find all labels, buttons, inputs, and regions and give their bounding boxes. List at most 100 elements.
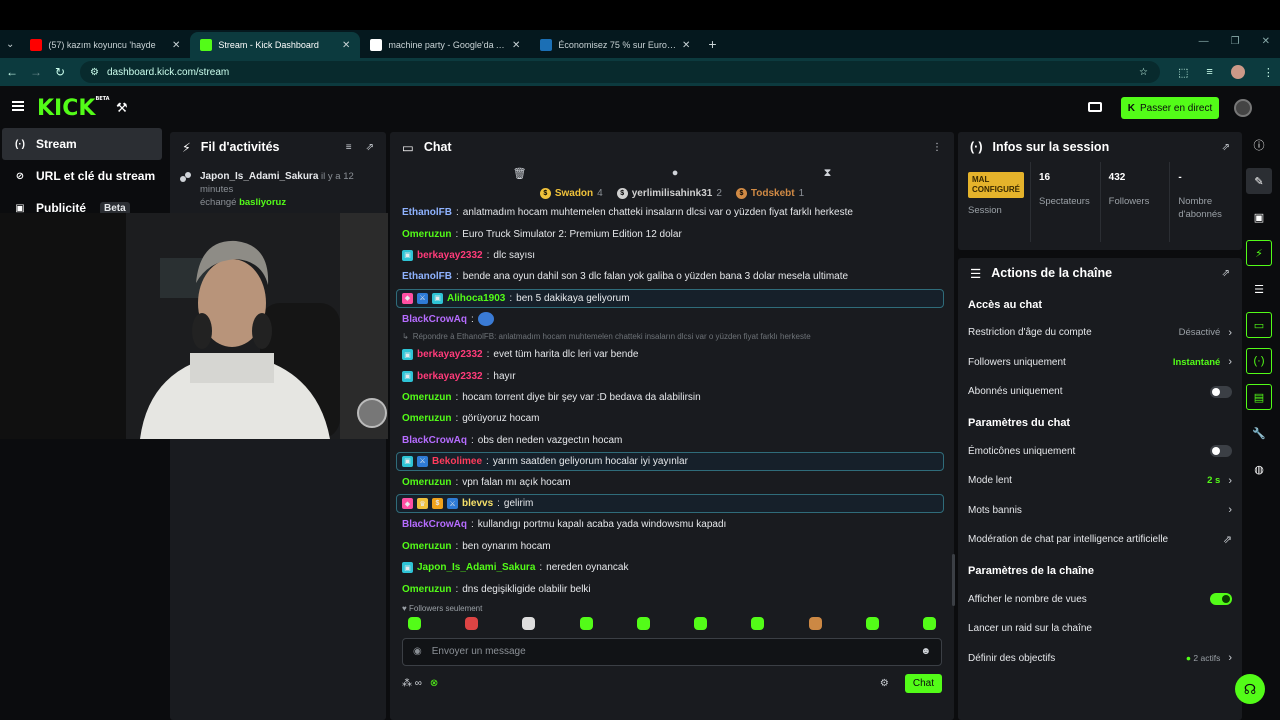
leaderboard-entry[interactable]: $ yerlimilisahink31 2 — [616, 184, 722, 202]
actions-toggle-icon[interactable]: ▤ — [1246, 384, 1272, 410]
chat-message[interactable]: Omeruzun: vpn falan mı açık hocam — [402, 472, 944, 493]
browser-tab[interactable]: (57) kazım koyuncu 'hayde ✕ — [20, 32, 190, 58]
steam-icon[interactable]: ◍ — [1246, 456, 1272, 482]
chat-message[interactable]: ◆ ⚔ ▣ Alihoca1903: ben 5 dakikaya geliyorum — [396, 288, 944, 308]
chat-message[interactable]: EthanolFB: anlatmadım hocam muhtemelen ch… — [402, 202, 944, 223]
chat-username[interactable]: berkayay2332 — [417, 250, 483, 261]
emotes-only-toggle[interactable] — [1210, 445, 1232, 458]
banned-words-row[interactable]: Mots bannis › — [958, 496, 1242, 526]
quick-emote-icon[interactable] — [408, 616, 421, 630]
info-icon[interactable]: ⓘ — [1246, 132, 1272, 158]
browser-tab[interactable]: machine party - Google'da Ara ✕ — [360, 32, 530, 58]
ai-moderation-row[interactable]: Modération de chat par intelligence arti… — [958, 525, 1242, 555]
site-info-icon[interactable]: ⚙ — [90, 67, 99, 78]
chat-message[interactable]: ▣ Japon_Is_Adami_Sakura: nereden oynancak — [402, 557, 944, 578]
hourglass-icon[interactable]: ⧗ — [824, 167, 832, 180]
leaderboard-entry[interactable]: $ Swadon 4 — [539, 184, 603, 202]
age-restriction-row[interactable]: Restriction d'âge du compte Désactivé › — [958, 318, 1242, 348]
chat-username[interactable]: Omeruzun — [402, 477, 451, 488]
menu-icon[interactable]: ⋮ — [1263, 66, 1274, 79]
chat-message[interactable]: Omeruzun: görüyoruz hocam — [402, 408, 944, 429]
show-views-toggle[interactable] — [1210, 593, 1232, 606]
wrench-icon[interactable]: 🔧 — [1246, 420, 1272, 446]
filter-icon[interactable]: ≡ — [346, 142, 352, 153]
chat-username[interactable]: berkayay2332 — [417, 349, 483, 360]
quick-emote-icon[interactable] — [865, 616, 879, 630]
creator-icon[interactable] — [1088, 102, 1102, 112]
chat-username[interactable]: Japon_Is_Adami_Sakura — [417, 562, 535, 573]
chat-message[interactable]: Omeruzun: dns degişikligide olabilir belk… — [402, 578, 944, 599]
chat-username[interactable]: Omeruzun — [402, 584, 451, 595]
channel-points-icon[interactable]: ⁂ ∞ — [402, 678, 422, 689]
actions-popout-icon[interactable]: ⇗ — [1222, 268, 1230, 279]
trash-icon[interactable]: 🗑 — [513, 167, 527, 180]
goals-row[interactable]: Définir des objectifs ● 2 actifs › — [958, 644, 1242, 674]
chat-username[interactable]: BlackCrowAq — [402, 314, 467, 325]
slow-mode-row[interactable]: Mode lent 2 s › — [958, 466, 1242, 496]
chat-username[interactable]: Omeruzun — [402, 229, 451, 240]
media-icon[interactable]: ≡ — [1206, 66, 1212, 78]
chat-message[interactable]: ▣ berkayay2332: evet tüm harita dlc leri v… — [402, 344, 944, 365]
activity-user[interactable]: Japon_Is_Adami_Sakura — [200, 171, 318, 182]
hamburger-menu-icon[interactable] — [12, 101, 24, 111]
followers-only-row[interactable]: Followers uniquement Instantané › — [958, 348, 1242, 378]
sidebar-item[interactable]: (·) Stream — [2, 128, 162, 160]
chat-options-icon[interactable]: ⋮ — [932, 142, 942, 153]
restore-icon[interactable]: ❐ — [1231, 36, 1240, 47]
chat-username[interactable]: BlackCrowAq — [402, 519, 467, 530]
leaderboard-entry[interactable]: $ Todskebt 1 — [735, 184, 804, 202]
chat-message[interactable]: Omeruzun: Euro Truck Simulator 2: Premium… — [402, 223, 944, 244]
session-toggle-icon[interactable]: (·) — [1246, 348, 1272, 374]
chat-message-input[interactable]: ◉ Envoyer un message ☻ — [402, 637, 942, 666]
chat-username[interactable]: Omeruzun — [402, 392, 451, 403]
sidebar-item[interactable]: ⊘ URL et clé du stream — [2, 160, 162, 192]
chat-message[interactable]: Omeruzun: ben oynarım hocam — [402, 536, 944, 557]
raid-row[interactable]: Lancer un raid sur la chaîne — [958, 614, 1242, 644]
chat-message[interactable]: ▣ berkayay2332: hayır — [402, 365, 944, 386]
chat-username[interactable]: blevvs — [462, 498, 493, 509]
browser-tab[interactable]: Économisez 75 % sur Euro Truck ✕ — [530, 32, 700, 58]
extensions-icon[interactable]: ⬚ — [1178, 66, 1188, 79]
chat-message[interactable]: EthanolFB: bende ana oyun dahil son 3 dlc… — [402, 266, 944, 287]
chat-message[interactable]: ◆ ♛ $ ⚔ blevvs: gelirim — [396, 494, 944, 514]
send-chat-button[interactable]: Chat — [904, 673, 942, 693]
chat-username[interactable]: EthanolFB — [402, 207, 452, 218]
emoji-picker-icon[interactable]: ☻ — [920, 646, 931, 657]
tab-close-icon[interactable]: ✕ — [172, 40, 180, 51]
subs-only-toggle[interactable] — [1210, 385, 1232, 398]
quick-emote-icon[interactable] — [694, 616, 708, 630]
list-icon[interactable]: ☰ — [1246, 276, 1272, 302]
edit-pencil-icon[interactable]: ✎ — [1246, 168, 1272, 194]
quick-emote-icon[interactable] — [808, 616, 822, 630]
chat-username[interactable]: Alihoca1903 — [447, 293, 505, 304]
chat-scrollbar[interactable] — [952, 554, 955, 606]
session-popout-icon[interactable]: ⇗ — [1222, 142, 1230, 153]
tab-close-icon[interactable]: ✕ — [342, 40, 350, 51]
chat-toggle-icon[interactable]: ▭ — [1246, 312, 1272, 338]
chat-message[interactable]: BlackCrowAq: kullandıgı portmu kapalı aca… — [402, 514, 944, 535]
quick-emote-icon[interactable] — [922, 616, 936, 630]
forward-icon[interactable]: → — [24, 65, 48, 79]
new-tab-button[interactable]: + — [700, 36, 724, 58]
chat-username[interactable]: Bekolimee — [432, 456, 482, 467]
kick-logo[interactable]: KICKBETA — [37, 96, 110, 121]
back-icon[interactable]: ← — [0, 65, 24, 79]
activity-toggle-icon[interactable]: ⚡ — [1246, 240, 1272, 266]
help-chat-icon[interactable]: ☊ — [1235, 674, 1265, 704]
chat-message[interactable]: Omeruzun: hocam torrent diye bir şey var … — [402, 387, 944, 408]
tab-close-icon[interactable]: ✕ — [512, 40, 520, 51]
quick-emote-icon[interactable] — [636, 616, 650, 630]
hammer-icon[interactable]: ⚒ — [116, 100, 128, 116]
go-live-button[interactable]: K Passer en direct — [1121, 97, 1219, 119]
profile-avatar[interactable] — [1230, 65, 1245, 79]
tab-search-icon[interactable]: ⌄ — [0, 39, 20, 58]
chat-message[interactable]: BlackCrowAq: — [402, 309, 944, 330]
browser-tab[interactable]: Stream - Kick Dashboard ✕ — [190, 32, 361, 58]
chat-username[interactable]: EthanolFB — [402, 271, 452, 282]
chat-username[interactable]: Omeruzun — [402, 413, 451, 424]
chat-username[interactable]: BlackCrowAq — [402, 435, 467, 446]
url-field[interactable]: ⚙ dashboard.kick.com/stream ☆ — [80, 61, 1160, 83]
user-avatar[interactable] — [1234, 99, 1252, 117]
chat-username[interactable]: berkayay2332 — [417, 371, 483, 382]
chat-message[interactable]: ▣ ⚔ Bekolimee: yarım saatden geliyorum hoca… — [396, 451, 944, 471]
